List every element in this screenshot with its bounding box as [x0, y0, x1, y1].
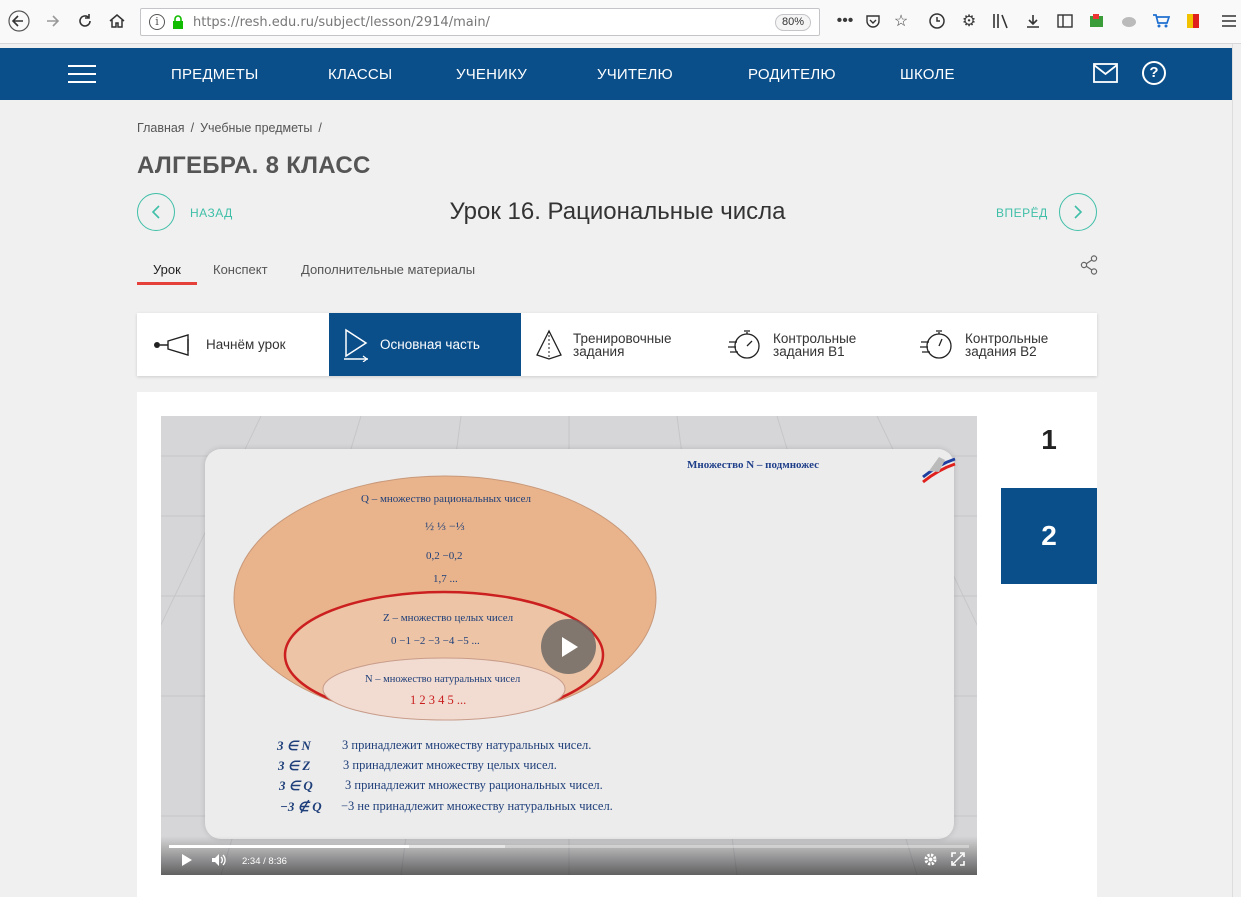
address-bar[interactable]: i https://resh.edu.ru/subject/lesson/291…: [140, 8, 820, 36]
stage-main[interactable]: Основная часть: [329, 313, 521, 376]
breadcrumb-subjects[interactable]: Учебные предметы: [200, 121, 312, 135]
nav-student[interactable]: УЧЕНИКУ: [456, 66, 527, 83]
time-display: 2:34 / 8:36: [242, 856, 287, 867]
progress-fill: [169, 845, 409, 848]
extension-icon[interactable]: [1086, 10, 1108, 32]
help-icon[interactable]: ?: [1142, 61, 1166, 85]
hamburger-menu-icon[interactable]: [68, 65, 96, 83]
fullscreen-icon: [951, 852, 965, 866]
n-set-label: N – множество натуральных чисел: [365, 674, 521, 685]
video-player[interactable]: Множество N – подмножес Q – множество ра…: [161, 416, 977, 875]
library-icon[interactable]: [990, 10, 1012, 32]
lesson-title: Урок 16. Рациональные числа: [449, 198, 786, 225]
page-scrollbar[interactable]: [1232, 44, 1241, 897]
share-icon[interactable]: [1080, 255, 1098, 275]
statement-symbol: 3 ∈ Z: [278, 758, 311, 773]
stage-control-b1[interactable]: Контрольные задания В1: [713, 313, 905, 376]
statement-symbol: 3 ∈ Q: [279, 778, 313, 793]
active-tab-indicator: [137, 282, 197, 285]
stage-control-b2[interactable]: Контрольные задания В2: [905, 313, 1097, 376]
play-button[interactable]: [181, 853, 193, 870]
play-icon: [182, 854, 192, 866]
gear-icon[interactable]: ⚙: [958, 10, 980, 32]
piggy-bank-icon[interactable]: [1118, 10, 1140, 32]
lock-icon: [173, 15, 183, 29]
sidebar-icon[interactable]: [1054, 10, 1076, 32]
pocket-icon[interactable]: [862, 10, 884, 32]
stopwatch-icon: [920, 329, 952, 359]
statement-symbol: −3 ∉ Q: [280, 799, 322, 814]
q-set-label: Q – множество рациональных чисел: [361, 493, 532, 505]
prev-lesson-button[interactable]: [137, 193, 175, 231]
more-actions-icon[interactable]: •••: [834, 10, 856, 32]
russia-logo: [922, 457, 956, 484]
nav-parent[interactable]: РОДИТЕЛЮ: [748, 66, 836, 83]
statement-symbol: 3 ∈ N: [277, 738, 311, 753]
gear-icon: [924, 853, 937, 866]
lesson-stages: Начнём урок Основная часть Тренировочные…: [137, 313, 1097, 376]
z-set-label: Z – множество целых чисел: [383, 612, 514, 624]
history-icon[interactable]: [926, 10, 948, 32]
site-header: ПРЕДМЕТЫ КЛАССЫ УЧЕНИКУ УЧИТЕЛЮ РОДИТЕЛЮ…: [0, 48, 1232, 100]
n-row: 1 2 3 4 5 ...: [410, 693, 467, 707]
reload-icon[interactable]: [72, 8, 98, 34]
slide-heading: Множество N – подмножес: [687, 459, 820, 471]
pyramid-icon: [536, 329, 562, 360]
nav-teacher[interactable]: УЧИТЕЛЮ: [597, 66, 673, 83]
q-row-more: 1,7 ...: [433, 573, 458, 585]
volume-button[interactable]: [211, 853, 227, 870]
bookmark-star-icon[interactable]: ☆: [890, 10, 912, 32]
q-row-decimals: 0,2 −0,2: [426, 550, 463, 562]
q-row-fractions: ½ ⅓ −⅓: [425, 519, 465, 533]
play-stage-icon: [344, 328, 368, 362]
breadcrumb: Главная / Учебные предметы /: [137, 121, 322, 135]
stopwatch-icon: [728, 329, 760, 359]
statement-text: 3 принадлежит множеству натуральных чисе…: [342, 738, 592, 752]
nav-subjects[interactable]: ПРЕДМЕТЫ: [171, 66, 259, 83]
menu-icon[interactable]: [1218, 10, 1240, 32]
back-link[interactable]: НАЗАД: [190, 206, 233, 220]
play-icon: [561, 636, 578, 657]
slide-nav-item-active[interactable]: 2: [1001, 488, 1097, 584]
statement-text: −3 не принадлежит множеству натуральных …: [341, 799, 613, 813]
z-row: 0 −1 −2 −3 −4 −5 ...: [391, 635, 480, 647]
stage-training[interactable]: Тренировочные задания: [521, 313, 713, 376]
flag-extension-icon[interactable]: [1182, 10, 1204, 32]
progress-bar[interactable]: [169, 845, 969, 848]
current-time: 2:34: [242, 856, 261, 867]
zoom-indicator[interactable]: 80%: [774, 14, 811, 31]
cart-icon[interactable]: [1150, 10, 1172, 32]
stage-start[interactable]: Начнём урок: [137, 313, 329, 376]
mail-icon[interactable]: [1093, 63, 1118, 83]
forward-arrow-icon[interactable]: [40, 8, 66, 34]
megaphone-icon: [154, 333, 189, 356]
next-lesson-button[interactable]: [1059, 193, 1097, 231]
back-arrow-icon[interactable]: [6, 8, 32, 34]
slide-nav-item[interactable]: 1: [1001, 392, 1097, 488]
settings-button[interactable]: [923, 852, 938, 870]
tab-extra-materials[interactable]: Дополнительные материалы: [301, 262, 475, 277]
info-icon[interactable]: i: [149, 14, 165, 30]
nav-classes[interactable]: КЛАССЫ: [328, 66, 392, 83]
subject-title: АЛГЕБРА. 8 КЛАСС: [137, 152, 371, 179]
download-icon[interactable]: [1022, 10, 1044, 32]
speaker-icon: [212, 854, 226, 866]
statement-text: 3 принадлежит множеству целых чисел.: [343, 758, 557, 772]
duration: 8:36: [268, 856, 287, 867]
statement-text: 3 принадлежит множеству рациональных чис…: [345, 778, 603, 792]
browser-toolbar: i https://resh.edu.ru/subject/lesson/291…: [0, 0, 1241, 44]
breadcrumb-home[interactable]: Главная: [137, 121, 185, 135]
nav-school[interactable]: ШКОЛЕ: [900, 66, 955, 83]
fullscreen-button[interactable]: [951, 852, 965, 869]
big-play-button[interactable]: [541, 619, 596, 674]
forward-link[interactable]: ВПЕРЁД: [996, 206, 1048, 220]
sets-diagram: [233, 475, 657, 721]
url-text: https://resh.edu.ru/subject/lesson/2914/…: [193, 15, 490, 30]
tab-lesson[interactable]: Урок: [153, 262, 181, 277]
home-icon[interactable]: [104, 8, 130, 34]
tab-summary[interactable]: Конспект: [213, 262, 268, 277]
